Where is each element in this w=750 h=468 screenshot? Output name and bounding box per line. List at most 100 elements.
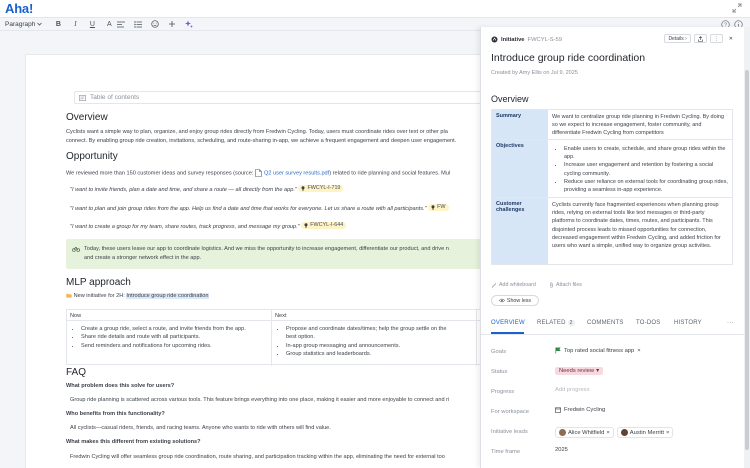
record-drawer: Initiative FWCYL-S-59 Details › ⋮ ✕ Intr… [480, 27, 744, 468]
record-title[interactable]: Introduce group ride coordination [491, 52, 645, 64]
close-icon: ✕ [728, 35, 733, 42]
faq-answer-3: Fredwin Cycling will offer seamless grou… [70, 454, 445, 460]
tab-todos[interactable]: TO-DOS [636, 320, 660, 326]
tab-overview[interactable]: OVERVIEW [491, 320, 525, 326]
folder-icon [66, 293, 72, 298]
tabs-more-icon[interactable]: ··· [727, 320, 734, 326]
idea-pill-2[interactable]: FW [428, 204, 449, 211]
summary-key: Summary [492, 110, 548, 139]
quote-3: "I want to create a group for my team, s… [70, 222, 347, 232]
faq-answer-2: All cyclists—casual riders, friends, and… [70, 425, 331, 431]
table-row: Customer challenges Cyclists currently f… [492, 198, 732, 264]
share-button[interactable] [693, 34, 707, 43]
progress-input[interactable]: Add progress [555, 387, 589, 393]
survey-results-link[interactable]: Q2 user survey results.pdf [264, 170, 329, 176]
callout-line2: and create a stronger network effect in … [84, 255, 202, 261]
show-less-button[interactable]: Show less [491, 295, 539, 306]
table-of-contents[interactable]: Table of contents [74, 91, 480, 104]
avatar [620, 429, 628, 436]
list-item: Increase user engagement and retention b… [564, 161, 728, 177]
lead-chip[interactable]: Alice Whitfield × [555, 427, 614, 438]
initiative-link[interactable]: Introduce group ride coordination [126, 293, 209, 299]
objectives-value[interactable]: Enable users to create, schedule, and sh… [548, 140, 732, 197]
faq-question-1: What problem does this solve for users? [66, 383, 175, 389]
close-button[interactable]: ✕ [725, 34, 736, 43]
quote-1: "I want to invite friends, plan a date a… [70, 185, 344, 195]
table-cell-item: Propose and coordinate dates/times; help… [286, 325, 476, 342]
overview-paragraph-line1: Cyclists want a simple way to plan, orga… [66, 129, 448, 135]
tab-history[interactable]: HISTORY [674, 320, 702, 326]
scrollbar-thumb[interactable] [745, 70, 749, 450]
lead-chip[interactable]: Austin Merritt × [616, 427, 674, 438]
more-button[interactable]: ⋮ [709, 34, 723, 43]
eye-off-icon [498, 298, 505, 303]
record-meta: Created by Amy Ellis on Jul 9, 2025 [491, 70, 578, 76]
opportunity-heading: Opportunity [66, 151, 118, 162]
related-count: 2 [567, 320, 575, 326]
summary-value[interactable]: We want to centralize group ride plannin… [548, 110, 732, 139]
lightbulb-icon [301, 186, 305, 191]
share-icon [697, 35, 703, 42]
tab-related[interactable]: RELATED 2 [537, 320, 575, 326]
initiative-icon [491, 36, 498, 43]
pdf-file-icon [255, 169, 262, 177]
chevron-right-icon: › [685, 35, 687, 42]
goal-value[interactable]: Top rated social fitness app [564, 348, 634, 354]
add-whiteboard-button[interactable]: Add whiteboard [491, 282, 536, 288]
record-type: Initiative [501, 36, 525, 43]
bicycle-icon [72, 246, 80, 252]
expand-icon[interactable] [732, 3, 742, 13]
remove-lead-icon[interactable]: × [606, 430, 609, 436]
details-button[interactable]: Details › [664, 34, 691, 43]
time-frame-value[interactable]: 2025 [555, 447, 568, 453]
table-header-now: Now [67, 310, 271, 321]
mlp-table: Now Create a group ride, select a route,… [66, 309, 480, 366]
list-item: Reduce user reliance on external tools f… [564, 178, 728, 194]
lightbulb-icon [304, 223, 308, 228]
field-status: Status Needs review ▾ [491, 367, 736, 387]
workspace-value[interactable]: Fredwin Cycling [564, 407, 605, 413]
flag-icon [555, 347, 561, 354]
field-goals: Goals Top rated social fitness app × [491, 347, 641, 355]
attach-files-button[interactable]: Attach files [549, 282, 582, 288]
list-item: Enable users to create, schedule, and sh… [564, 145, 728, 161]
callout-box: Today, these users leave our app to coor… [66, 239, 480, 269]
idea-pill-1[interactable]: FWCYL-I-719 [298, 185, 344, 192]
overview-table: Summary We want to centralize group ride… [491, 109, 733, 265]
remove-lead-icon[interactable]: × [666, 430, 669, 436]
mlp-line: New initiative for 2H: Introduce group r… [66, 292, 209, 301]
field-workspace: For workspace Fredwin Cycling [491, 407, 606, 415]
field-time-frame: Time frame 2025 [491, 447, 568, 455]
table-cell-item: Create a group ride, select a route, and… [81, 325, 271, 333]
tab-comments[interactable]: COMMENTS [587, 320, 624, 326]
remove-goal-icon[interactable]: × [637, 348, 640, 354]
table-cell-item: Group statistics and leaderboards. [286, 350, 476, 358]
table-row: Summary We want to centralize group ride… [492, 110, 732, 140]
document-content: Table of contents Overview Cyclists want… [0, 0, 480, 468]
opportunity-paragraph: We reviewed more than 150 customer ideas… [66, 169, 451, 177]
whiteboard-icon [491, 282, 497, 288]
overview-paragraph-line2: connect. By enabling group ride creation… [66, 138, 457, 144]
record-id[interactable]: FWCYL-S-59 [528, 37, 562, 43]
toc-icon [79, 94, 86, 101]
drawer-overview-heading: Overview [491, 94, 529, 104]
challenges-key: Customer challenges [492, 198, 548, 264]
idea-pill-3[interactable]: FWCYL-I-644 [301, 222, 347, 229]
field-progress: Progress Add progress [491, 387, 590, 395]
header-actions: Details › ⋮ ✕ [664, 34, 736, 43]
lightbulb-icon [431, 205, 435, 210]
table-cell-item: Share ride details and route with all pa… [81, 333, 271, 341]
mlp-heading: MLP approach [66, 277, 131, 288]
workspace-icon [555, 407, 561, 413]
quote-2: "I want to plan and join group rides fro… [70, 204, 449, 214]
faq-question-3: What makes this different from existing … [66, 439, 201, 445]
toc-label: Table of contents [90, 94, 140, 101]
table-row: Objectives Enable users to create, sched… [492, 140, 732, 198]
status-dropdown[interactable]: Needs review ▾ [555, 367, 604, 375]
active-tab-indicator [491, 332, 524, 334]
faq-heading: FAQ [66, 367, 87, 378]
overview-heading: Overview [66, 112, 108, 123]
more-icon: ⋮ [713, 35, 719, 42]
avatar [559, 429, 566, 436]
challenges-value[interactable]: Cyclists currently face fragmented exper… [548, 198, 732, 264]
